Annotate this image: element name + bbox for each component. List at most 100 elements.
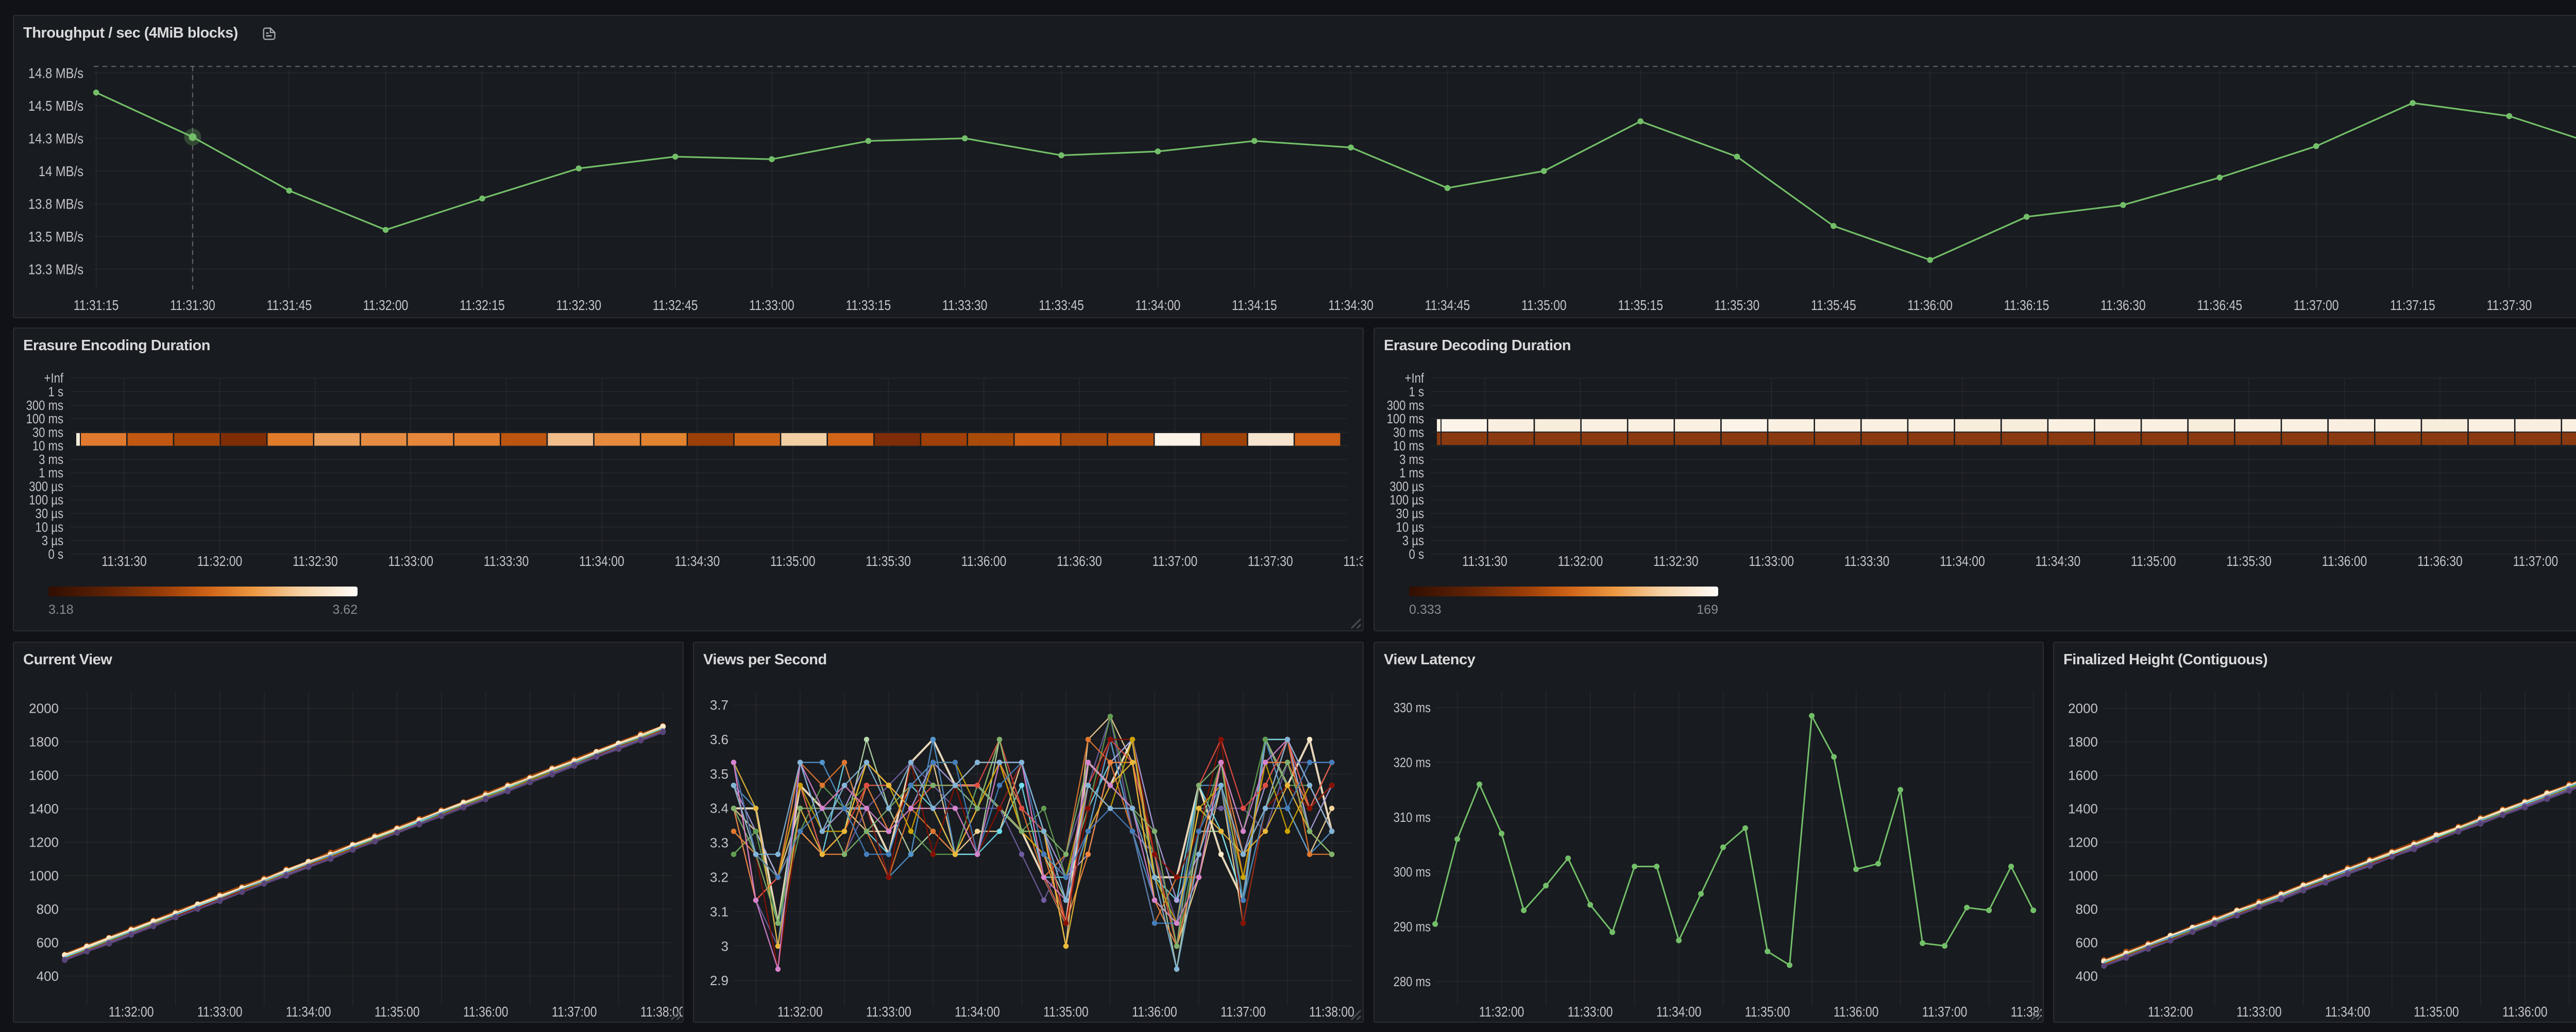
svg-text:2.9: 2.9: [710, 973, 728, 988]
svg-text:1800: 1800: [2068, 734, 2098, 750]
svg-text:11:36:00: 11:36:00: [2502, 1004, 2548, 1020]
svg-text:11:34:00: 11:34:00: [286, 1004, 331, 1020]
svg-text:3.1: 3.1: [710, 904, 728, 919]
svg-text:11:36:30: 11:36:30: [2100, 298, 2146, 314]
svg-text:11:36:45: 11:36:45: [2197, 298, 2242, 314]
svg-text:11:33:00: 11:33:00: [1749, 554, 1794, 570]
svg-text:1200: 1200: [2068, 835, 2098, 850]
svg-text:1400: 1400: [29, 801, 59, 817]
svg-text:11:31:15: 11:31:15: [74, 298, 119, 314]
svg-text:320 ms: 320 ms: [1394, 755, 1431, 770]
svg-text:1600: 1600: [2068, 768, 2098, 783]
svg-text:100 ms: 100 ms: [1387, 411, 1424, 426]
svg-text:1 ms: 1 ms: [39, 466, 63, 481]
svg-text:11:33:30: 11:33:30: [942, 298, 988, 314]
svg-text:11:38:00: 11:38:00: [640, 1004, 684, 1020]
svg-text:11:35:45: 11:35:45: [1811, 298, 1856, 314]
svg-text:100 µs: 100 µs: [29, 493, 63, 508]
svg-text:3.7: 3.7: [710, 697, 728, 713]
svg-text:11:36:00: 11:36:00: [1132, 1004, 1177, 1020]
svg-text:11:35:30: 11:35:30: [2226, 554, 2272, 570]
svg-text:2000: 2000: [2068, 701, 2098, 716]
svg-text:1400: 1400: [2068, 801, 2098, 817]
svg-text:13.5 MB/s: 13.5 MB/s: [28, 228, 83, 245]
svg-text:11:36:15: 11:36:15: [2004, 298, 2049, 314]
svg-text:11:31:30: 11:31:30: [101, 554, 147, 570]
svg-text:11:33:45: 11:33:45: [1039, 298, 1084, 314]
svg-text:100 ms: 100 ms: [26, 411, 63, 426]
svg-text:400: 400: [37, 969, 59, 984]
svg-text:30 ms: 30 ms: [1393, 425, 1424, 440]
svg-text:11:37:00: 11:37:00: [1922, 1004, 1968, 1020]
svg-text:11:32:00: 11:32:00: [363, 298, 409, 314]
svg-text:11:37:00: 11:37:00: [1153, 554, 1198, 570]
svg-text:14.5 MB/s: 14.5 MB/s: [28, 97, 83, 114]
svg-text:10 ms: 10 ms: [1393, 439, 1424, 454]
svg-text:11:31:45: 11:31:45: [266, 298, 312, 314]
svg-text:11:32:00: 11:32:00: [2148, 1004, 2193, 1020]
svg-text:11:35:15: 11:35:15: [1618, 298, 1663, 314]
svg-text:11:36:30: 11:36:30: [2417, 554, 2463, 570]
svg-text:100 µs: 100 µs: [1389, 493, 1424, 508]
svg-text:11:34:00: 11:34:00: [1656, 1004, 1702, 1020]
svg-text:11:33:00: 11:33:00: [866, 1004, 911, 1020]
svg-text:11:34:00: 11:34:00: [1940, 554, 1985, 570]
svg-text:310 ms: 310 ms: [1394, 810, 1431, 825]
svg-text:11:34:00: 11:34:00: [579, 554, 624, 570]
svg-text:3.2: 3.2: [710, 870, 728, 885]
svg-text:3 µs: 3 µs: [42, 534, 63, 548]
svg-text:11:35:00: 11:35:00: [1521, 298, 1567, 314]
svg-text:3.5: 3.5: [710, 766, 728, 782]
svg-text:1 s: 1 s: [48, 385, 63, 400]
svg-text:3 ms: 3 ms: [1399, 452, 1424, 467]
svg-text:11:35:00: 11:35:00: [1745, 1004, 1790, 1020]
svg-text:11:36:00: 11:36:00: [961, 554, 1007, 570]
svg-text:11:32:15: 11:32:15: [460, 298, 505, 314]
svg-text:14.3 MB/s: 14.3 MB/s: [28, 130, 83, 147]
svg-text:10 µs: 10 µs: [1396, 520, 1424, 535]
svg-text:11:37:15: 11:37:15: [2390, 298, 2435, 314]
svg-text:11:32:30: 11:32:30: [293, 554, 338, 570]
svg-text:30 µs: 30 µs: [1396, 506, 1424, 521]
svg-text:300 µs: 300 µs: [1389, 479, 1424, 494]
svg-text:11:37:00: 11:37:00: [1221, 1004, 1266, 1020]
svg-text:800: 800: [37, 902, 59, 917]
svg-text:11:33:00: 11:33:00: [1568, 1004, 1613, 1020]
svg-text:11:33:00: 11:33:00: [749, 298, 794, 314]
svg-text:3.18: 3.18: [48, 603, 74, 617]
svg-text:11:36:00: 11:36:00: [2322, 554, 2367, 570]
svg-text:1200: 1200: [29, 835, 59, 850]
svg-text:11:33:15: 11:33:15: [846, 298, 891, 314]
svg-text:11:37:00: 11:37:00: [552, 1004, 597, 1020]
svg-text:11:35:00: 11:35:00: [2131, 554, 2176, 570]
svg-text:300 ms: 300 ms: [1394, 865, 1431, 880]
svg-text:11:32:00: 11:32:00: [1558, 554, 1603, 570]
svg-text:11:38:00: 11:38:00: [1343, 554, 1364, 570]
svg-text:11:34:30: 11:34:30: [675, 554, 720, 570]
svg-text:11:33:30: 11:33:30: [484, 554, 529, 570]
svg-text:800: 800: [2076, 902, 2098, 917]
svg-text:11:36:00: 11:36:00: [463, 1004, 509, 1020]
svg-text:14 MB/s: 14 MB/s: [39, 163, 83, 179]
svg-text:30 ms: 30 ms: [32, 425, 63, 440]
svg-text:330 ms: 330 ms: [1394, 700, 1431, 715]
svg-text:11:35:00: 11:35:00: [375, 1004, 420, 1020]
svg-text:1 ms: 1 ms: [1399, 466, 1424, 481]
svg-text:0 s: 0 s: [48, 547, 63, 562]
svg-text:3.62: 3.62: [332, 603, 358, 617]
svg-text:11:32:00: 11:32:00: [1479, 1004, 1524, 1020]
svg-text:11:32:00: 11:32:00: [197, 554, 243, 570]
svg-text:11:33:00: 11:33:00: [388, 554, 433, 570]
svg-text:1600: 1600: [29, 768, 59, 783]
svg-text:11:32:30: 11:32:30: [556, 298, 601, 314]
svg-text:11:38:00: 11:38:00: [1309, 1004, 1354, 1020]
svg-text:600: 600: [2076, 935, 2098, 951]
svg-text:11:31:30: 11:31:30: [1462, 554, 1507, 570]
svg-text:0.333: 0.333: [1409, 603, 1442, 617]
svg-text:300 ms: 300 ms: [26, 398, 63, 413]
svg-text:11:34:00: 11:34:00: [1136, 298, 1181, 314]
svg-text:10 ms: 10 ms: [32, 439, 63, 454]
svg-text:11:37:00: 11:37:00: [2294, 298, 2339, 314]
svg-text:+Inf: +Inf: [1405, 371, 1425, 386]
svg-text:11:34:30: 11:34:30: [2036, 554, 2081, 570]
